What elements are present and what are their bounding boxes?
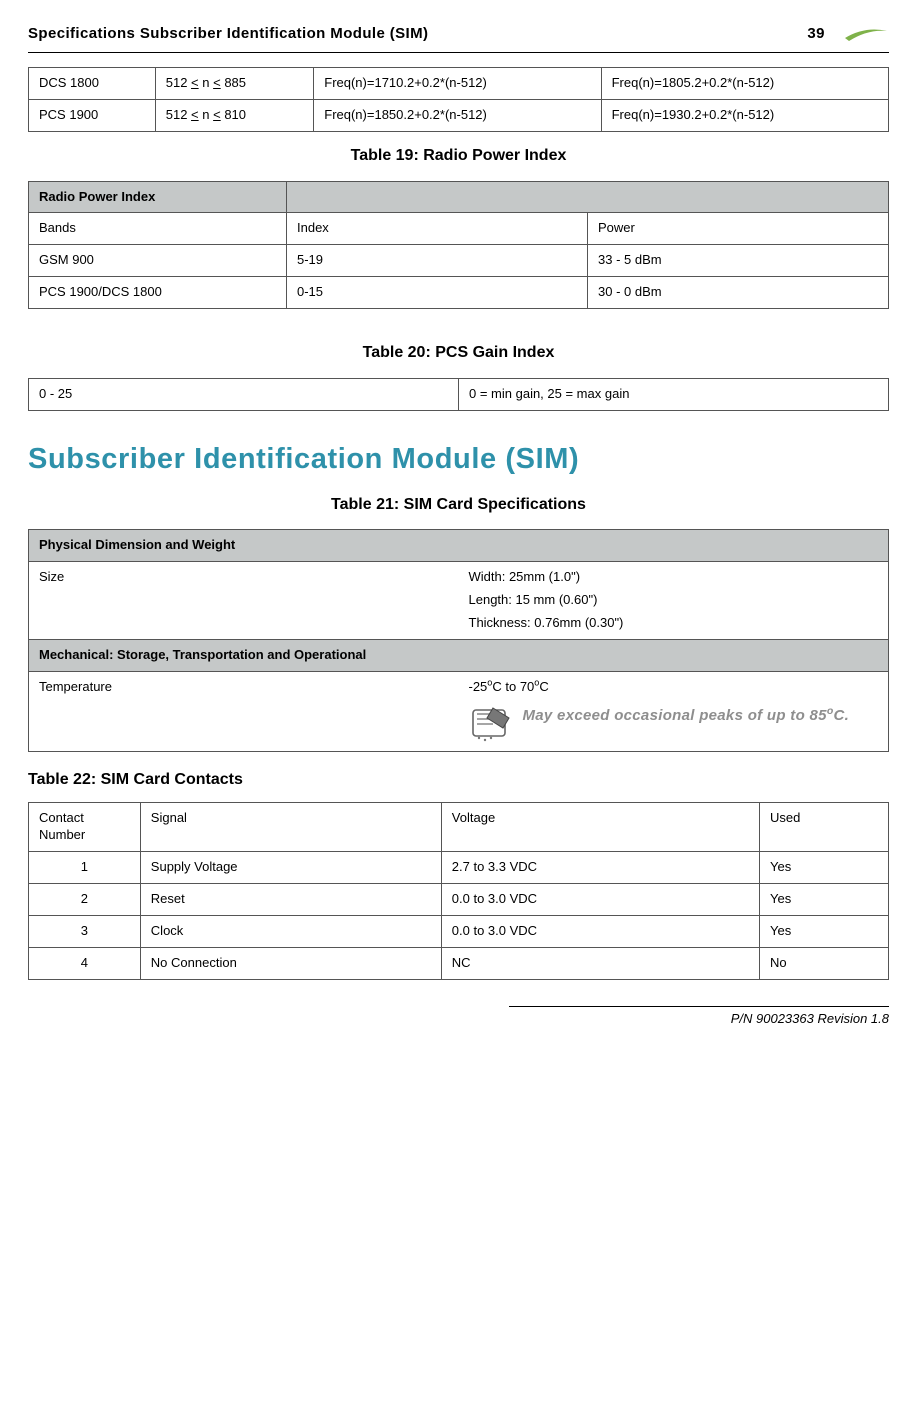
cell: Yes — [759, 916, 888, 948]
cell: Freq(n)=1710.2+0.2*(n-512) — [314, 68, 601, 100]
cell: Yes — [759, 884, 888, 916]
page-header: Specifications Subscriber Identification… — [28, 24, 889, 53]
col-header: Power — [588, 213, 889, 245]
table22: Contact Number Signal Voltage Used 1 Sup… — [28, 802, 889, 979]
temperature-note: May exceed occasional peaks of up to 85o… — [469, 704, 879, 744]
table19: Radio Power Index Bands Index Power GSM … — [28, 181, 889, 310]
temp-label: Temperature — [29, 671, 459, 751]
col-header: Index — [287, 213, 588, 245]
cell: 30 - 0 dBm — [588, 277, 889, 309]
cell: 2 — [29, 884, 141, 916]
cell: Yes — [759, 852, 888, 884]
sim-heading: Subscriber Identification Module (SIM) — [28, 441, 889, 479]
table20: 0 - 25 0 = min gain, 25 = max gain — [28, 378, 889, 411]
cell: No — [759, 947, 888, 979]
size-label: Size — [29, 562, 459, 640]
note-icon — [469, 704, 513, 744]
table21: Physical Dimension and Weight Size Width… — [28, 529, 889, 751]
table-title-row: Radio Power Index — [29, 181, 889, 213]
table-row: 4 No Connection NC No — [29, 947, 889, 979]
table-row: GSM 900 5-19 33 - 5 dBm — [29, 245, 889, 277]
cell: Freq(n)=1930.2+0.2*(n-512) — [601, 99, 888, 131]
col-header: Voltage — [441, 803, 759, 852]
table-row: 1 Supply Voltage 2.7 to 3.3 VDC Yes — [29, 852, 889, 884]
col-header: Bands — [29, 213, 287, 245]
size-line: Length: 15 mm (0.60") — [469, 592, 879, 609]
table21-section2: Mechanical: Storage, Transportation and … — [29, 639, 889, 671]
cell: 0 - 25 — [29, 378, 459, 410]
cell: GSM 900 — [29, 245, 287, 277]
cell: 0.0 to 3.0 VDC — [441, 884, 759, 916]
frequency-table: DCS 1800 512 < n < 885 Freq(n)=1710.2+0.… — [28, 67, 889, 132]
table-row: Temperature -25oC to 70oC May exceed occ… — [29, 671, 889, 751]
col-header: Signal — [140, 803, 441, 852]
cell: 512 < n < 810 — [155, 99, 314, 131]
cell: 33 - 5 dBm — [588, 245, 889, 277]
swoosh-logo-icon — [843, 24, 889, 44]
table21-section1: Physical Dimension and Weight — [29, 530, 889, 562]
cell: 512 < n < 885 — [155, 68, 314, 100]
table22-caption: Table 22: SIM Card Contacts — [28, 770, 889, 791]
size-line: Width: 25mm (1.0") — [469, 569, 879, 586]
table-row: 0 - 25 0 = min gain, 25 = max gain — [29, 378, 889, 410]
size-value: Width: 25mm (1.0") Length: 15 mm (0.60")… — [459, 562, 889, 640]
table22-header-row: Contact Number Signal Voltage Used — [29, 803, 889, 852]
cell: 0 = min gain, 25 = max gain — [459, 378, 889, 410]
empty-title-cell — [287, 181, 889, 213]
table-row: 2 Reset 0.0 to 3.0 VDC Yes — [29, 884, 889, 916]
cell: 5-19 — [287, 245, 588, 277]
size-line: Thickness: 0.76mm (0.30") — [469, 615, 879, 632]
table19-caption: Table 19: Radio Power Index — [28, 146, 889, 167]
note-text: May exceed occasional peaks of up to 85o… — [523, 704, 850, 726]
table-row: PCS 1900 512 < n < 810 Freq(n)=1850.2+0.… — [29, 99, 889, 131]
cell: No Connection — [140, 947, 441, 979]
page-number: 39 — [807, 24, 825, 44]
section-row: Physical Dimension and Weight — [29, 530, 889, 562]
note-suffix: C. — [834, 707, 850, 724]
col-header: Used — [759, 803, 888, 852]
cell: PCS 1900 — [29, 99, 156, 131]
table-row: PCS 1900/DCS 1800 0-15 30 - 0 dBm — [29, 277, 889, 309]
table19-title: Radio Power Index — [29, 181, 287, 213]
table19-header-row: Bands Index Power — [29, 213, 889, 245]
cell: Freq(n)=1805.2+0.2*(n-512) — [601, 68, 888, 100]
cell: 0.0 to 3.0 VDC — [441, 916, 759, 948]
table-row: 3 Clock 0.0 to 3.0 VDC Yes — [29, 916, 889, 948]
cell: Supply Voltage — [140, 852, 441, 884]
footer-text: P/N 90023363 Revision 1.8 — [509, 1006, 889, 1028]
temp-value-cell: -25oC to 70oC May exceed occasional peak… — [459, 671, 889, 751]
table20-caption: Table 20: PCS Gain Index — [28, 343, 889, 364]
cell: 2.7 to 3.3 VDC — [441, 852, 759, 884]
cell: Clock — [140, 916, 441, 948]
temp-mid: C to 70 — [492, 679, 534, 694]
cell: 1 — [29, 852, 141, 884]
section-row: Mechanical: Storage, Transportation and … — [29, 639, 889, 671]
table-row: DCS 1800 512 < n < 885 Freq(n)=1710.2+0.… — [29, 68, 889, 100]
header-title: Specifications Subscriber Identification… — [28, 24, 428, 44]
cell: PCS 1900/DCS 1800 — [29, 277, 287, 309]
temp-value: -25oC to 70oC — [469, 679, 879, 696]
cell: Reset — [140, 884, 441, 916]
table-row: Size Width: 25mm (1.0") Length: 15 mm (0… — [29, 562, 889, 640]
header-right: 39 — [807, 24, 889, 44]
cell: DCS 1800 — [29, 68, 156, 100]
cell: 0-15 — [287, 277, 588, 309]
cell: Freq(n)=1850.2+0.2*(n-512) — [314, 99, 601, 131]
cell: 4 — [29, 947, 141, 979]
cell: 3 — [29, 916, 141, 948]
cell: NC — [441, 947, 759, 979]
temp-prefix: -25 — [469, 679, 488, 694]
note-prefix: May exceed occasional peaks of up to 85 — [523, 707, 827, 724]
temp-suffix: C — [539, 679, 548, 694]
col-header: Contact Number — [29, 803, 141, 852]
page-footer: P/N 90023363 Revision 1.8 — [28, 1006, 889, 1028]
table21-caption: Table 21: SIM Card Specifications — [28, 495, 889, 516]
